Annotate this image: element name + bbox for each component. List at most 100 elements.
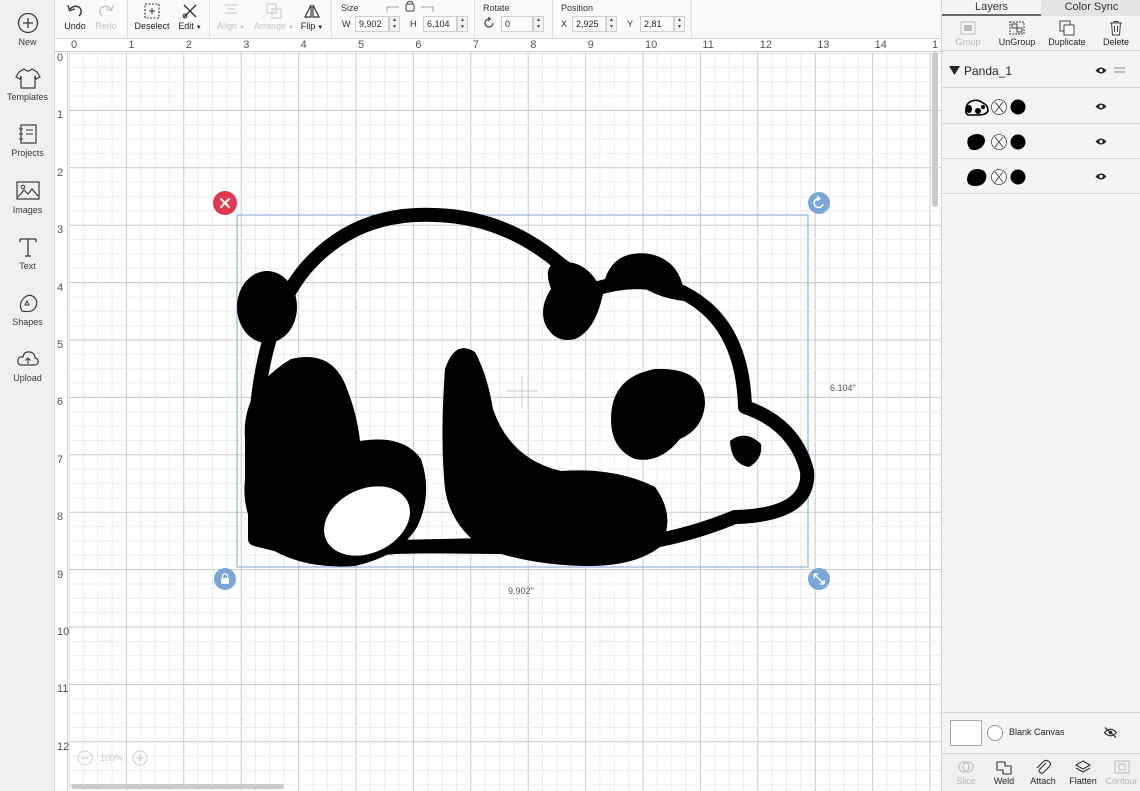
sidebar-item-shapes[interactable]: Shapes xyxy=(0,292,55,327)
chevron-down-icon: ▼ xyxy=(317,25,324,31)
rotate-handle[interactable] xyxy=(808,192,830,214)
sidebar-item-label: Projects xyxy=(11,148,44,158)
align-label: Align xyxy=(217,21,238,31)
vertical-scrollbar[interactable] xyxy=(932,52,938,207)
panda-thumbnail-icon xyxy=(965,99,989,116)
sidebar-item-images[interactable]: Images xyxy=(0,180,55,215)
tshirt-icon xyxy=(14,68,41,89)
eye-icon[interactable] xyxy=(1095,137,1107,146)
rotate-label: Rotate xyxy=(483,3,510,13)
sidebar-item-upload[interactable]: Upload xyxy=(0,348,55,383)
contour-button[interactable]: Contour xyxy=(1105,759,1138,786)
position-label: Position xyxy=(561,3,594,13)
panel-tabs: Layers Color Sync xyxy=(942,0,1140,16)
trash-icon xyxy=(1110,21,1122,36)
undo-button[interactable]: Undo xyxy=(63,2,87,31)
zoom-out-button[interactable] xyxy=(77,750,93,766)
layer-thumbnails xyxy=(965,99,1026,116)
flatten-button[interactable]: Flatten xyxy=(1068,759,1098,786)
blank-canvas-row[interactable]: Blank Canvas xyxy=(942,712,1140,752)
canvas-color-swatch[interactable] xyxy=(950,720,982,746)
plus-circle-icon xyxy=(17,12,38,34)
eye-icon[interactable] xyxy=(1095,66,1107,75)
y-position-stepper[interactable]: ▲ ▼ xyxy=(674,16,685,32)
arrange-button[interactable]: Arrange ▼ xyxy=(253,2,295,31)
slice-button[interactable]: Slice xyxy=(952,759,980,786)
width-stepper[interactable]: ▲ ▼ xyxy=(389,16,400,32)
delete-button[interactable]: Delete xyxy=(1100,20,1132,47)
tab-color-sync[interactable]: Color Sync xyxy=(1042,0,1140,16)
lock-aspect-icon[interactable] xyxy=(385,0,435,14)
layer-row[interactable] xyxy=(942,89,1140,124)
deselect-icon xyxy=(144,3,160,19)
layer-row[interactable] xyxy=(942,159,1140,194)
eye-icon[interactable] xyxy=(1095,172,1107,181)
sidebar-item-label: Templates xyxy=(6,92,49,102)
collapse-triangle-icon[interactable] xyxy=(949,66,960,75)
bottom-actions: Slice Weld Attach Flatten Contour xyxy=(942,753,1140,791)
duplicate-icon xyxy=(1059,20,1075,36)
color-swatch xyxy=(1010,99,1026,115)
toolbar-divider xyxy=(209,0,210,38)
deselect-button[interactable]: Deselect xyxy=(134,2,170,31)
lock-handle[interactable] xyxy=(214,568,236,590)
ungroup-icon xyxy=(1009,21,1025,35)
rotate-input[interactable] xyxy=(501,16,533,32)
ungroup-button[interactable]: UnGroup xyxy=(997,20,1037,47)
sidebar-item-text[interactable]: Text xyxy=(0,236,55,271)
width-input[interactable] xyxy=(355,16,389,32)
weld-button[interactable]: Weld xyxy=(990,759,1018,786)
eye-icon[interactable] xyxy=(1095,102,1107,111)
layer-group-name: Panda_1 xyxy=(964,64,1013,78)
design-space-app: New Templates Projects Images Text Shape… xyxy=(0,0,1140,791)
sidebar-item-projects[interactable]: Projects xyxy=(0,123,55,158)
rotate-stepper[interactable]: ▲ ▼ xyxy=(533,16,544,32)
align-button[interactable]: Align ▼ xyxy=(215,2,247,31)
zoom-in-button[interactable] xyxy=(132,750,148,766)
group-button[interactable]: Group xyxy=(952,20,984,47)
size-label: Size xyxy=(341,3,359,13)
shapes-icon xyxy=(19,294,37,313)
layers-panel: Layers Color Sync Group UnGroup Duplicat… xyxy=(941,0,1140,791)
flip-label: Flip xyxy=(300,21,316,31)
duplicate-button[interactable]: Duplicate xyxy=(1047,20,1087,47)
panda-design[interactable] xyxy=(55,39,941,791)
horizontal-scrollbar[interactable] xyxy=(71,784,284,789)
color-swatch xyxy=(1010,134,1026,150)
edit-button[interactable]: Edit ▼ xyxy=(175,2,205,31)
attach-button[interactable]: Attach xyxy=(1029,759,1057,786)
tab-layers[interactable]: Layers xyxy=(942,0,1041,16)
sidebar-item-templates[interactable]: Templates xyxy=(0,67,55,102)
layer-actions: Group UnGroup Duplicate Delete xyxy=(942,17,1140,51)
canvas-area[interactable]: 0 1 2 3 4 5 6 7 8 9 10 11 12 13 14 1 0 1 2 3 4 5 6 7 8 9 10 11 12 xyxy=(55,39,941,791)
width-label: W xyxy=(342,19,351,29)
width-dimension-label: 9.902" xyxy=(508,586,534,596)
layer-row[interactable] xyxy=(942,124,1140,159)
ungroup-label: UnGroup xyxy=(998,37,1036,47)
toolbar-divider xyxy=(474,0,475,38)
cut-operation-icon xyxy=(991,169,1007,185)
x-position-stepper[interactable]: ▲ ▼ xyxy=(606,16,617,32)
cloud-upload-icon xyxy=(16,351,39,366)
toolbar-divider xyxy=(552,0,553,38)
top-toolbar: Undo Redo Deselect Edit ▼ Align ▼ Arrang… xyxy=(55,0,941,39)
layer-thumbnails xyxy=(967,169,1026,186)
height-label: H xyxy=(410,19,417,29)
sidebar-item-label: Shapes xyxy=(12,317,43,327)
sidebar-item-new[interactable]: New xyxy=(0,12,55,47)
flip-button[interactable]: Flip ▼ xyxy=(299,2,325,31)
delete-handle[interactable] xyxy=(213,191,237,215)
y-position-input[interactable] xyxy=(640,16,674,32)
layer-group-row[interactable]: Panda_1 xyxy=(942,53,1140,88)
paperclip-icon xyxy=(1036,759,1052,774)
align-icon xyxy=(225,4,237,14)
canvas-texture-picker[interactable] xyxy=(987,725,1003,741)
height-dimension-label: 6.104" xyxy=(830,383,856,393)
resize-handle[interactable] xyxy=(808,568,830,590)
height-stepper[interactable]: ▲ ▼ xyxy=(457,16,468,32)
redo-button[interactable]: Redo xyxy=(94,2,118,31)
hide-canvas-icon[interactable] xyxy=(1104,727,1117,738)
x-position-input[interactable] xyxy=(572,16,606,32)
height-input[interactable] xyxy=(423,16,457,32)
drag-handle-icon[interactable] xyxy=(1114,67,1125,74)
